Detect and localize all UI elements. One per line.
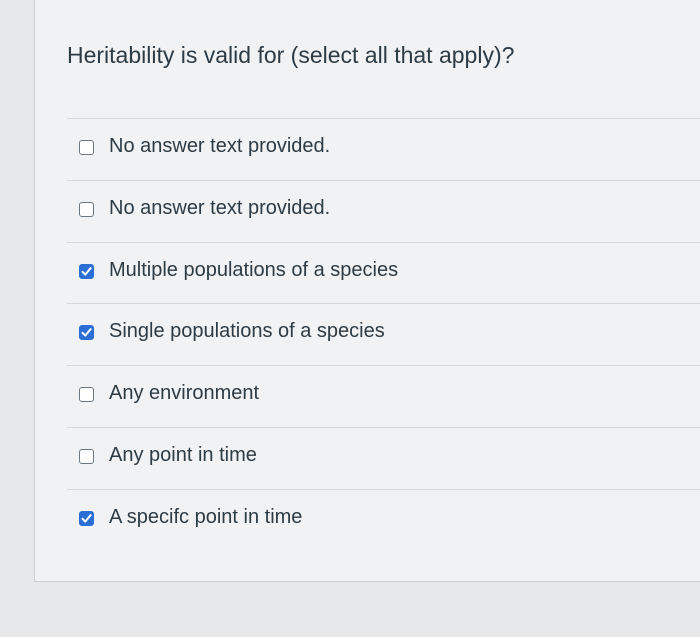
answer-label-3: Multiple populations of a species [109, 258, 399, 281]
answer-option-4[interactable]: Single populations of a species [67, 303, 700, 365]
answer-option-1[interactable]: No answer text provided. [67, 118, 700, 180]
answer-option-6[interactable]: Any point in time [67, 426, 700, 489]
checkmark-icon [81, 513, 92, 523]
answer-label-2: No answer text provided. [109, 196, 331, 219]
answer-label-7: A specifc point in time [109, 505, 303, 528]
checkbox-4[interactable] [79, 325, 94, 341]
checkbox-7[interactable] [79, 510, 94, 526]
answer-option-2[interactable]: No answer text provided. [67, 179, 700, 242]
answer-option-7[interactable]: A specifc point in time [67, 488, 700, 551]
checkmark-icon [81, 328, 92, 337]
checkbox-6[interactable] [79, 448, 94, 464]
answer-list: No answer text provided. No answer text … [67, 118, 700, 551]
answer-option-3[interactable]: Multiple populations of a species [67, 241, 700, 304]
answer-label-6: Any point in time [109, 443, 257, 466]
answer-label-1: No answer text provided. [109, 135, 331, 157]
checkbox-5[interactable] [79, 387, 94, 403]
checkbox-3[interactable] [79, 263, 94, 279]
checkbox-1[interactable] [79, 140, 94, 155]
checkmark-icon [81, 266, 92, 276]
answer-label-5: Any environment [109, 382, 260, 405]
answer-option-5[interactable]: Any environment [67, 365, 700, 427]
question-text: Heritability is valid for (select all th… [67, 42, 515, 68]
question-panel: Heritability is valid for (select all th… [34, 0, 700, 582]
answer-label-4: Single populations of a species [109, 320, 385, 343]
checkbox-2[interactable] [79, 201, 94, 217]
